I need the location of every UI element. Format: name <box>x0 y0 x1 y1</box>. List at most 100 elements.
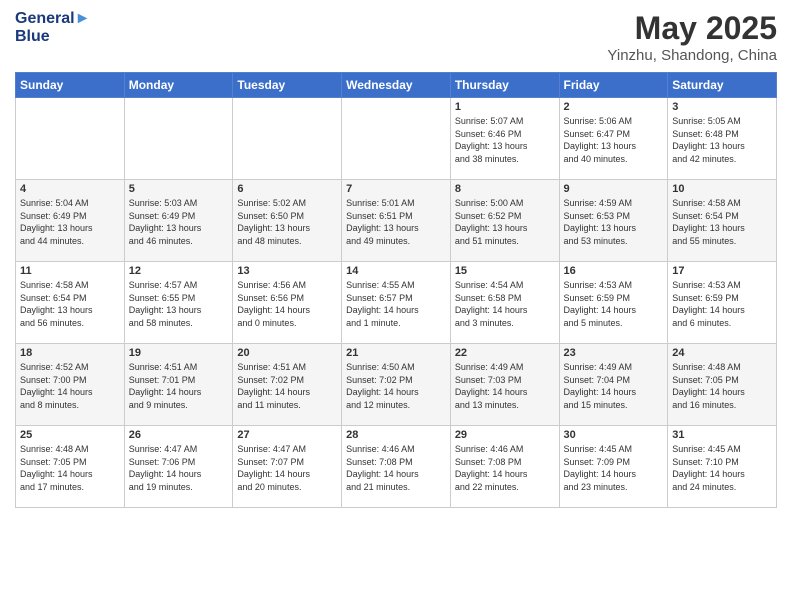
weekday-header-friday: Friday <box>559 73 668 98</box>
day-info: Sunrise: 4:46 AM Sunset: 7:08 PM Dayligh… <box>346 443 446 493</box>
day-info: Sunrise: 4:57 AM Sunset: 6:55 PM Dayligh… <box>129 279 229 329</box>
day-number: 1 <box>455 101 555 113</box>
calendar-cell: 10 Sunrise: 4:58 AM Sunset: 6:54 PM Dayli… <box>668 180 777 262</box>
day-number: 11 <box>20 265 120 277</box>
day-info: Sunrise: 4:55 AM Sunset: 6:57 PM Dayligh… <box>346 279 446 329</box>
day-number: 5 <box>129 183 229 195</box>
day-number: 29 <box>455 429 555 441</box>
calendar-cell: 25Sunrise: 4:48 AM Sunset: 7:05 PM Dayli… <box>16 426 125 508</box>
calendar-subtitle: Yinzhu, Shandong, China <box>607 47 777 64</box>
day-number: 10 <box>672 183 772 195</box>
calendar-cell: 31Sunrise: 4:45 AM Sunset: 7:10 PM Dayli… <box>668 426 777 508</box>
calendar-cell <box>342 98 451 180</box>
calendar-body: 1Sunrise: 5:07 AM Sunset: 6:46 PM Daylig… <box>16 98 777 508</box>
day-number: 9 <box>564 183 664 195</box>
weekday-header-saturday: Saturday <box>668 73 777 98</box>
day-number: 27 <box>237 429 337 441</box>
day-info: Sunrise: 5:02 AM Sunset: 6:50 PM Dayligh… <box>237 197 337 247</box>
day-info: Sunrise: 4:58 AM Sunset: 6:54 PM Dayligh… <box>672 197 772 247</box>
calendar-cell: 28 Sunrise: 4:46 AM Sunset: 7:08 PM Dayli… <box>342 426 451 508</box>
week-row-2: 11 Sunrise: 4:58 AM Sunset: 6:54 PM Dayli… <box>16 262 777 344</box>
calendar-cell <box>16 98 125 180</box>
day-info: Sunrise: 4:46 AM Sunset: 7:08 PM Dayligh… <box>455 443 555 493</box>
calendar-cell: 5Sunrise: 5:03 AM Sunset: 6:49 PM Daylig… <box>124 180 233 262</box>
weekday-header-sunday: Sunday <box>16 73 125 98</box>
day-number: 17 <box>672 265 772 277</box>
day-info: Sunrise: 4:53 AM Sunset: 6:59 PM Dayligh… <box>672 279 772 329</box>
day-info: Sunrise: 4:45 AM Sunset: 7:09 PM Dayligh… <box>564 443 664 493</box>
calendar-cell: 9Sunrise: 4:59 AM Sunset: 6:53 PM Daylig… <box>559 180 668 262</box>
day-info: Sunrise: 4:52 AM Sunset: 7:00 PM Dayligh… <box>20 361 120 411</box>
day-number: 2 <box>564 101 664 113</box>
day-number: 7 <box>346 183 446 195</box>
day-number: 22 <box>455 347 555 359</box>
calendar-cell: 14 Sunrise: 4:55 AM Sunset: 6:57 PM Dayli… <box>342 262 451 344</box>
day-number: 14 <box>346 265 446 277</box>
calendar-cell: 27 Sunrise: 4:47 AM Sunset: 7:07 PM Dayli… <box>233 426 342 508</box>
calendar-cell: 2 Sunrise: 5:06 AM Sunset: 6:47 PM Daylig… <box>559 98 668 180</box>
calendar-cell: 26 Sunrise: 4:47 AM Sunset: 7:06 PM Dayli… <box>124 426 233 508</box>
day-info: Sunrise: 5:00 AM Sunset: 6:52 PM Dayligh… <box>455 197 555 247</box>
logo-text: General► <box>15 10 90 28</box>
weekday-header-monday: Monday <box>124 73 233 98</box>
calendar-cell: 1Sunrise: 5:07 AM Sunset: 6:46 PM Daylig… <box>450 98 559 180</box>
calendar-cell: 22 Sunrise: 4:49 AM Sunset: 7:03 PM Dayli… <box>450 344 559 426</box>
day-info: Sunrise: 5:05 AM Sunset: 6:48 PM Dayligh… <box>672 115 772 165</box>
week-row-3: 18 Sunrise: 4:52 AM Sunset: 7:00 PM Dayli… <box>16 344 777 426</box>
day-number: 18 <box>20 347 120 359</box>
day-info: Sunrise: 4:51 AM Sunset: 7:01 PM Dayligh… <box>129 361 229 411</box>
logo: General► Blue <box>15 10 90 46</box>
day-number: 26 <box>129 429 229 441</box>
calendar-cell: 3 Sunrise: 5:05 AM Sunset: 6:48 PM Daylig… <box>668 98 777 180</box>
day-info: Sunrise: 4:49 AM Sunset: 7:03 PM Dayligh… <box>455 361 555 411</box>
calendar-cell: 6 Sunrise: 5:02 AM Sunset: 6:50 PM Daylig… <box>233 180 342 262</box>
day-info: Sunrise: 5:06 AM Sunset: 6:47 PM Dayligh… <box>564 115 664 165</box>
weekday-header-tuesday: Tuesday <box>233 73 342 98</box>
day-info: Sunrise: 4:50 AM Sunset: 7:02 PM Dayligh… <box>346 361 446 411</box>
day-number: 23 <box>564 347 664 359</box>
page: General► Blue May 2025 Yinzhu, Shandong,… <box>0 0 792 612</box>
title-area: May 2025 Yinzhu, Shandong, China <box>607 10 777 64</box>
day-number: 16 <box>564 265 664 277</box>
day-info: Sunrise: 4:47 AM Sunset: 7:06 PM Dayligh… <box>129 443 229 493</box>
day-number: 20 <box>237 347 337 359</box>
day-info: Sunrise: 5:04 AM Sunset: 6:49 PM Dayligh… <box>20 197 120 247</box>
day-number: 19 <box>129 347 229 359</box>
weekday-row: SundayMondayTuesdayWednesdayThursdayFrid… <box>16 73 777 98</box>
calendar-cell: 11 Sunrise: 4:58 AM Sunset: 6:54 PM Dayli… <box>16 262 125 344</box>
day-number: 31 <box>672 429 772 441</box>
calendar-cell: 30Sunrise: 4:45 AM Sunset: 7:09 PM Dayli… <box>559 426 668 508</box>
calendar-cell: 16Sunrise: 4:53 AM Sunset: 6:59 PM Dayli… <box>559 262 668 344</box>
day-number: 12 <box>129 265 229 277</box>
calendar-cell: 8 Sunrise: 5:00 AM Sunset: 6:52 PM Daylig… <box>450 180 559 262</box>
day-number: 24 <box>672 347 772 359</box>
calendar-cell <box>124 98 233 180</box>
calendar-cell: 29 Sunrise: 4:46 AM Sunset: 7:08 PM Dayli… <box>450 426 559 508</box>
day-number: 21 <box>346 347 446 359</box>
day-number: 4 <box>20 183 120 195</box>
day-info: Sunrise: 5:01 AM Sunset: 6:51 PM Dayligh… <box>346 197 446 247</box>
calendar-title: May 2025 <box>607 10 777 47</box>
calendar-cell: 18 Sunrise: 4:52 AM Sunset: 7:00 PM Dayli… <box>16 344 125 426</box>
week-row-1: 4 Sunrise: 5:04 AM Sunset: 6:49 PM Daylig… <box>16 180 777 262</box>
day-info: Sunrise: 4:56 AM Sunset: 6:56 PM Dayligh… <box>237 279 337 329</box>
day-info: Sunrise: 4:58 AM Sunset: 6:54 PM Dayligh… <box>20 279 120 329</box>
day-number: 8 <box>455 183 555 195</box>
calendar-cell: 20Sunrise: 4:51 AM Sunset: 7:02 PM Dayli… <box>233 344 342 426</box>
weekday-header-thursday: Thursday <box>450 73 559 98</box>
day-info: Sunrise: 4:47 AM Sunset: 7:07 PM Dayligh… <box>237 443 337 493</box>
calendar-cell: 4 Sunrise: 5:04 AM Sunset: 6:49 PM Daylig… <box>16 180 125 262</box>
day-number: 25 <box>20 429 120 441</box>
day-number: 28 <box>346 429 446 441</box>
week-row-4: 25Sunrise: 4:48 AM Sunset: 7:05 PM Dayli… <box>16 426 777 508</box>
day-number: 3 <box>672 101 772 113</box>
calendar-cell: 19 Sunrise: 4:51 AM Sunset: 7:01 PM Dayli… <box>124 344 233 426</box>
day-number: 6 <box>237 183 337 195</box>
day-info: Sunrise: 4:49 AM Sunset: 7:04 PM Dayligh… <box>564 361 664 411</box>
day-info: Sunrise: 4:54 AM Sunset: 6:58 PM Dayligh… <box>455 279 555 329</box>
calendar-table: SundayMondayTuesdayWednesdayThursdayFrid… <box>15 72 777 508</box>
day-number: 15 <box>455 265 555 277</box>
calendar-cell: 21 Sunrise: 4:50 AM Sunset: 7:02 PM Dayli… <box>342 344 451 426</box>
calendar-cell: 23 Sunrise: 4:49 AM Sunset: 7:04 PM Dayli… <box>559 344 668 426</box>
logo-subtext: Blue <box>15 28 50 45</box>
